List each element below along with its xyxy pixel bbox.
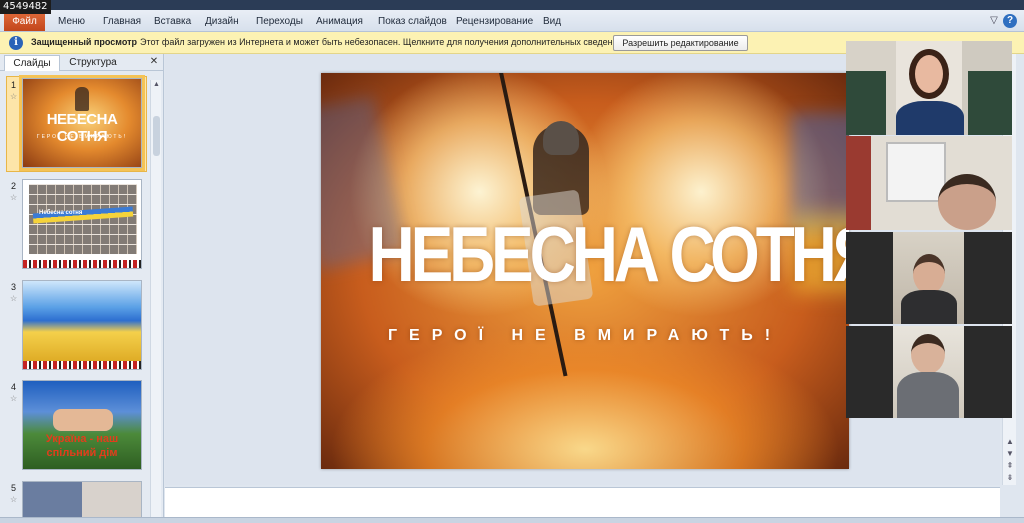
prev-slide-icon[interactable]: ⇞ [1003,460,1017,472]
scroll-down-icon[interactable]: ▼ [1003,448,1017,460]
meeting-id-label: 4549482 [0,0,51,14]
chalkboard [846,71,886,135]
participant-face [938,174,996,230]
tab-slides[interactable]: Слайды [4,55,60,71]
scroll-thumb[interactable] [153,116,160,156]
video-participant-3 [893,232,964,324]
powerpoint-window: 4549482 Файл Меню Главная Вставка Дизайн… [0,0,1024,523]
slides-scrollbar[interactable]: ▲ [150,80,161,523]
notes-pane[interactable] [165,487,1000,517]
chalkboard [968,71,1012,135]
tab-insert[interactable]: Вставка [154,12,191,31]
embroidery-ornament [23,361,141,369]
transition-star-icon: ☆ [10,193,18,202]
window-title-bar [0,0,1024,10]
help-icon[interactable]: ? [1003,14,1017,28]
next-slide-icon[interactable]: ⇟ [1003,472,1017,484]
slides-pane: Слайды Структура ✕ 1 ☆ НЕБЕСНА СОТНЯ ГЕР… [0,54,164,523]
status-bar [0,517,1024,523]
tab-file[interactable]: Файл [4,12,45,31]
tab-home[interactable]: Главная [103,12,141,31]
tab-design[interactable]: Дизайн [205,12,239,31]
slide-number: 2 [11,181,17,191]
thumb-label: Небесна сотня [39,210,83,216]
participant-face [913,254,945,294]
participant-body [896,101,964,135]
thumb-line-1: Україна - наш [45,433,119,445]
scroll-up-icon[interactable]: ▲ [151,80,162,90]
slide-preview: НЕБЕСНА СОТНЯ ГЕРОЇ НЕ ВМИРАЮТЬ! [19,75,145,171]
video-participant-2 [846,136,1012,230]
tab-outline[interactable]: Структура [62,55,124,71]
tab-view[interactable]: Вид [543,12,561,31]
video-participant-1 [846,41,1012,135]
protected-view-message[interactable]: Этот файл загружен из Интернета и может … [140,37,625,47]
transition-star-icon: ☆ [10,92,18,101]
slide-subtitle: ГЕРОЇ НЕ ВМИРАЮТЬ! [387,327,783,344]
enable-editing-button[interactable]: Разрешить редактирование [613,35,748,51]
participant-body [901,290,957,324]
transition-star-icon: ☆ [10,294,18,303]
tab-slideshow[interactable]: Показ слайдов [378,12,447,31]
tab-animations[interactable]: Анимация [316,12,363,31]
slide-title: НЕБЕСНА СОТНЯ [368,210,849,298]
warrior-figure [75,87,89,111]
slide-number: 5 [11,483,17,493]
embroidery-ornament [23,260,141,268]
slide-number: 3 [11,282,17,292]
close-icon[interactable]: ✕ [148,56,160,68]
slide-preview: Небесна сотня [22,179,142,269]
slide-number: 1 [11,80,17,90]
slide-number: 4 [11,382,17,392]
video-participant-4 [893,326,964,418]
transition-star-icon: ☆ [10,495,18,504]
window-background [886,142,946,202]
hands-image [53,409,113,431]
transition-star-icon: ☆ [10,394,18,403]
participant-face [909,49,949,99]
pane-tabs: Слайды Структура ✕ [0,54,164,71]
tab-transitions[interactable]: Переходы [256,12,303,31]
slide-preview [22,280,142,370]
current-slide[interactable]: НЕБЕСНА СОТНЯ ГЕРОЇ НЕ ВМИРАЮТЬ! [321,73,849,469]
thumb-line-2: спільний дім [46,447,118,459]
tab-review[interactable]: Рецензирование [456,12,533,31]
collapse-ribbon-icon[interactable]: ▽ [987,14,1001,28]
slide-preview: Україна - наш спільний дім [22,380,142,470]
participant-body [897,372,959,418]
ribbon-tabs: Файл Меню Главная Вставка Дизайн Переход… [0,10,1024,32]
scroll-up-icon[interactable]: ▲ [1003,436,1017,448]
thumb-subtitle: ГЕРОЇ НЕ ВМИРАЮТЬ! [36,134,128,140]
protected-view-title: Защищенный просмотр [31,37,137,47]
tab-menu[interactable]: Меню [58,12,85,31]
warrior-helmet [543,121,579,155]
info-icon: i [9,36,23,50]
participant-face [911,334,945,374]
